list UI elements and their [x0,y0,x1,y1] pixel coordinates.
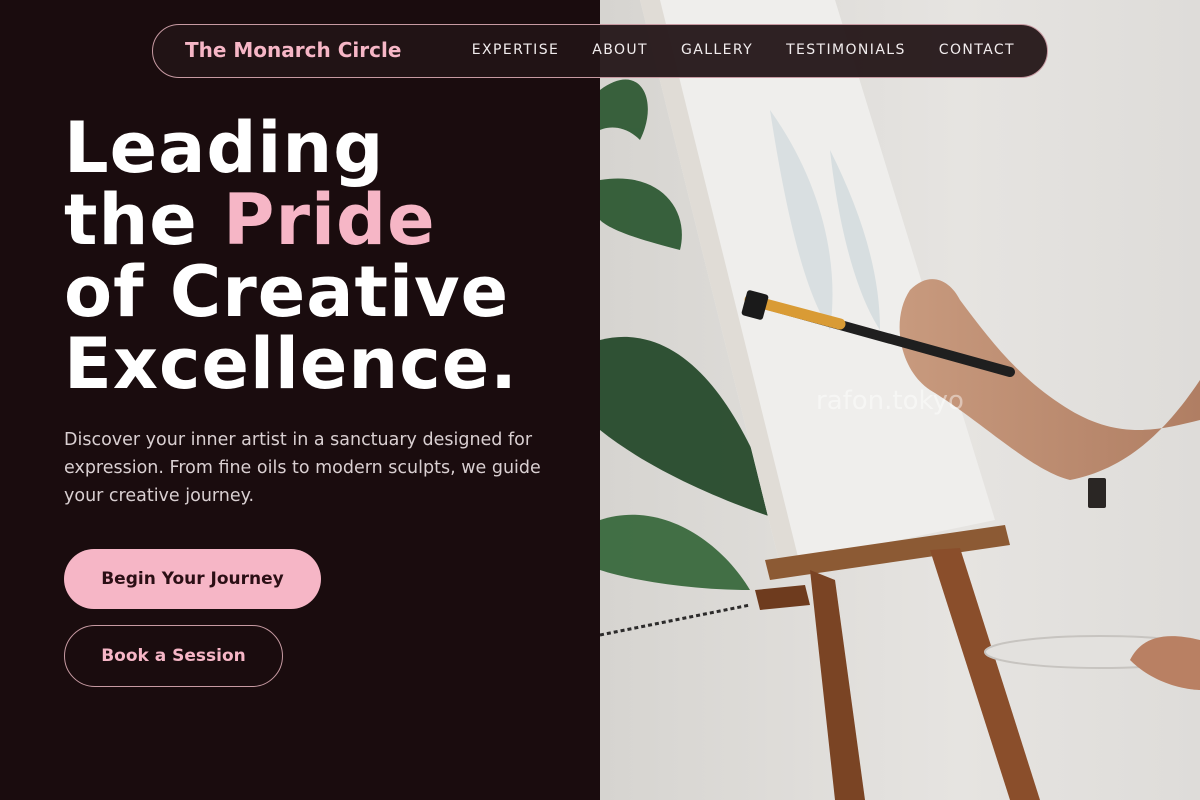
nav-link-contact[interactable]: CONTACT [939,42,1015,58]
nav-link-gallery[interactable]: GALLERY [681,42,753,58]
headline-highlight: Pride [223,179,436,261]
nav-link-about[interactable]: ABOUT [592,42,648,58]
hero-description: Discover your inner artist in a sanctuar… [64,430,541,506]
nav-link-testimonials[interactable]: TESTIMONIALS [786,42,906,58]
nav-links: EXPERTISE ABOUT GALLERY TESTIMONIALS CON… [439,42,1015,58]
hero-image: rafon.tokyo [600,0,1200,800]
top-nav: The Monarch Circle EXPERTISE ABOUT GALLE… [152,24,1048,78]
image-watermark: rafon.tokyo [816,386,964,416]
headline-line-2: the Pride [64,184,584,256]
hero-left-panel: Leading the Pride of Creative Excellence… [0,0,600,800]
book-session-button[interactable]: Book a Session [64,625,283,687]
brand-logo[interactable]: The Monarch Circle [185,38,401,62]
begin-journey-button[interactable]: Begin Your Journey [64,549,321,609]
hero-headline: Leading the Pride of Creative Excellence… [64,112,584,400]
headline-line-2-prefix: the [64,179,224,261]
headline-line-3: of Creative [64,251,510,333]
headline-line-1: Leading [64,107,385,189]
nav-link-expertise[interactable]: EXPERTISE [472,42,559,58]
headline-line-4: Excellence. [64,323,518,405]
